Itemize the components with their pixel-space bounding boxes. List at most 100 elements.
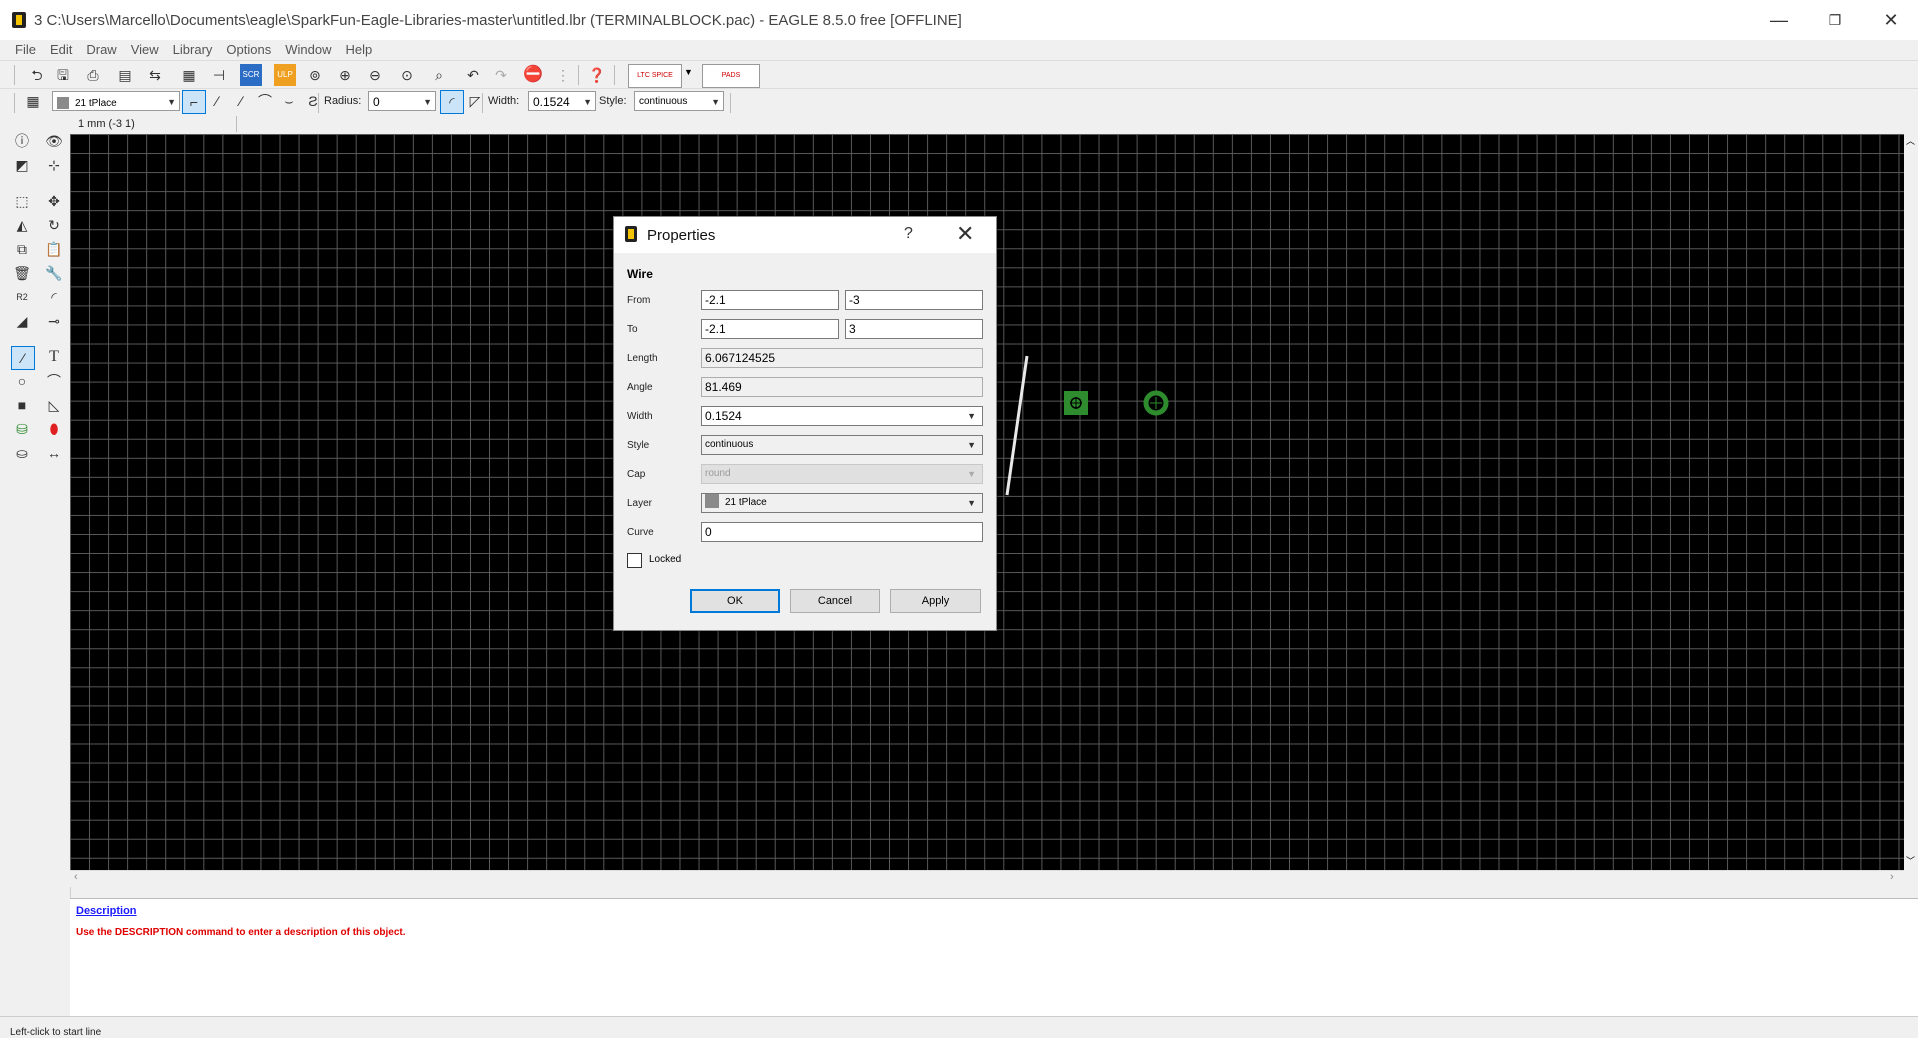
smd-icon[interactable]: ⬮: [43, 418, 65, 440]
round-cap-icon[interactable]: ◜: [440, 90, 464, 114]
board-icon[interactable]: ▦: [178, 64, 200, 86]
scroll-up-icon[interactable]: ︿: [1906, 134, 1915, 147]
hole-icon[interactable]: ⛀: [11, 442, 33, 464]
save-icon[interactable]: 🖫: [52, 64, 74, 86]
paste-icon[interactable]: 📋: [43, 238, 65, 260]
go-icon[interactable]: ⋮: [552, 64, 574, 86]
layer-combo[interactable]: 21 tPlace ▼: [701, 493, 983, 513]
polygon-tool-icon[interactable]: ◺: [43, 394, 65, 416]
scroll-left-icon[interactable]: ‹: [74, 871, 78, 883]
ok-button[interactable]: OK: [690, 589, 780, 613]
zoom-in-icon[interactable]: ⊕: [334, 64, 356, 86]
wire-bend-3-icon[interactable]: ⌒: [254, 90, 276, 112]
layer-select[interactable]: 21 tPlace ▼: [52, 91, 180, 111]
curve-input[interactable]: 0: [701, 522, 983, 542]
open-icon[interactable]: ⮌: [26, 64, 48, 86]
copy-icon[interactable]: ⧉: [11, 238, 33, 260]
menu-items: File Edit Draw View Library Options Window Help: [8, 40, 379, 60]
name-icon[interactable]: R2: [11, 286, 33, 308]
wire-bend-0-icon[interactable]: ⌐: [182, 90, 206, 114]
menu-view[interactable]: View: [124, 40, 166, 60]
zoom-out-icon[interactable]: ⊖: [364, 64, 386, 86]
menu-draw[interactable]: Draw: [79, 40, 123, 60]
close-window-button[interactable]: ✕: [1868, 6, 1914, 34]
redo-icon[interactable]: ↷: [490, 64, 512, 86]
pads-button[interactable]: PADS: [702, 64, 760, 88]
rectangle-tool-icon[interactable]: ■: [11, 394, 33, 416]
package-icon[interactable]: ⊣: [208, 64, 230, 86]
menu-window[interactable]: Window: [278, 40, 338, 60]
dialog-close-button[interactable]: ✕: [956, 221, 974, 247]
ltspice-button[interactable]: LTC SPICE: [628, 64, 682, 88]
cam-processor-icon[interactable]: ▤: [114, 64, 136, 86]
wire-bend-5-icon[interactable]: Ƨ: [302, 90, 324, 112]
wire-bend-1-icon[interactable]: ∕: [206, 90, 228, 112]
to-x-input[interactable]: -2.1: [701, 319, 839, 339]
print-icon[interactable]: ⎙: [82, 64, 104, 86]
to-label: To: [627, 324, 638, 335]
horizontal-scrollbar[interactable]: ‹ ›: [70, 870, 1904, 887]
menu-file[interactable]: File: [8, 40, 43, 60]
width-label: Width: [627, 411, 653, 422]
circle-tool-icon[interactable]: ○: [11, 370, 33, 392]
mark-icon[interactable]: ⊹: [43, 154, 65, 176]
to-y-input[interactable]: 3: [845, 319, 983, 339]
group-icon[interactable]: ⬚: [11, 190, 33, 212]
miter-icon[interactable]: ◜: [43, 286, 65, 308]
wire-bend-2-icon[interactable]: ∕: [230, 90, 252, 112]
show-eye-icon[interactable]: 👁: [43, 130, 65, 152]
width-input[interactable]: 0.1524 ▼: [528, 91, 596, 111]
menu-options[interactable]: Options: [219, 40, 278, 60]
split-icon[interactable]: ◢: [11, 310, 33, 332]
chevron-down-icon[interactable]: ▼: [684, 67, 693, 77]
menu-edit[interactable]: Edit: [43, 40, 79, 60]
undo-icon[interactable]: ↶: [462, 64, 484, 86]
command-toolbar: ⓘ 👁 ◩ ⊹ ⬚ ✥ ◭ ↻ ⧉ 📋 🗑 🔧 R2 ◜ ◢ ⊸ ⁄ T ○ ⌒…: [0, 114, 71, 1014]
style-select[interactable]: continuous ▼: [634, 91, 724, 111]
info-icon[interactable]: ⓘ: [11, 130, 33, 152]
locked-checkbox[interactable]: [627, 553, 642, 568]
change-wrench-icon[interactable]: 🔧: [43, 262, 65, 284]
description-link[interactable]: Description: [76, 905, 137, 917]
zoom-fit-icon[interactable]: ⊚: [304, 64, 326, 86]
zoom-select-icon[interactable]: ⌕: [428, 64, 450, 86]
arc-tool-icon[interactable]: ⌒: [43, 370, 65, 392]
width-combo[interactable]: 0.1524 ▼: [701, 406, 983, 426]
wire-segment[interactable]: [1005, 355, 1029, 496]
radius-input[interactable]: 0 ▼: [368, 91, 436, 111]
line-tool-icon[interactable]: ⁄: [11, 346, 35, 370]
vertical-scrollbar[interactable]: ︿ ﹀: [1904, 134, 1918, 870]
restore-button[interactable]: ❐: [1812, 6, 1858, 34]
dialog-title: Properties: [647, 227, 716, 244]
optimize-icon[interactable]: ⊸: [43, 310, 65, 332]
scroll-right-icon[interactable]: ›: [1890, 871, 1894, 883]
script-icon[interactable]: ⇆: [144, 64, 166, 86]
delete-icon[interactable]: 🗑: [11, 262, 33, 284]
ulp-icon[interactable]: ULP: [274, 64, 296, 86]
layer-combo-value: 21 tPlace: [725, 497, 767, 508]
move-icon[interactable]: ✥: [43, 190, 65, 212]
rotate-icon[interactable]: ↻: [43, 214, 65, 236]
text-tool-icon[interactable]: T: [43, 346, 65, 368]
wire-bend-4-icon[interactable]: ⌣: [278, 90, 300, 112]
grid-icon[interactable]: ▦: [22, 90, 44, 112]
style-combo[interactable]: continuous ▼: [701, 435, 983, 455]
scroll-down-icon[interactable]: ﹀: [1906, 854, 1915, 867]
from-y-input[interactable]: -3: [845, 290, 983, 310]
help-icon[interactable]: ❓: [586, 64, 608, 86]
minimize-button[interactable]: —: [1756, 6, 1802, 34]
cancel-button[interactable]: Cancel: [790, 589, 880, 613]
menu-help[interactable]: Help: [338, 40, 379, 60]
display-layers-icon[interactable]: ◩: [11, 154, 33, 176]
mirror-icon[interactable]: ◭: [11, 214, 33, 236]
from-x-input[interactable]: -2.1: [701, 290, 839, 310]
locked-label: Locked: [649, 554, 682, 565]
zoom-redraw-icon[interactable]: ⊙: [396, 64, 418, 86]
apply-button[interactable]: Apply: [890, 589, 981, 613]
script-file-icon[interactable]: SCR: [240, 64, 262, 86]
stop-icon[interactable]: ⛔: [522, 64, 544, 86]
via-icon[interactable]: ⛁: [11, 418, 33, 440]
dimension-icon[interactable]: ↔: [43, 442, 65, 464]
dialog-help-button[interactable]: ?: [904, 225, 913, 243]
menu-library[interactable]: Library: [166, 40, 220, 60]
